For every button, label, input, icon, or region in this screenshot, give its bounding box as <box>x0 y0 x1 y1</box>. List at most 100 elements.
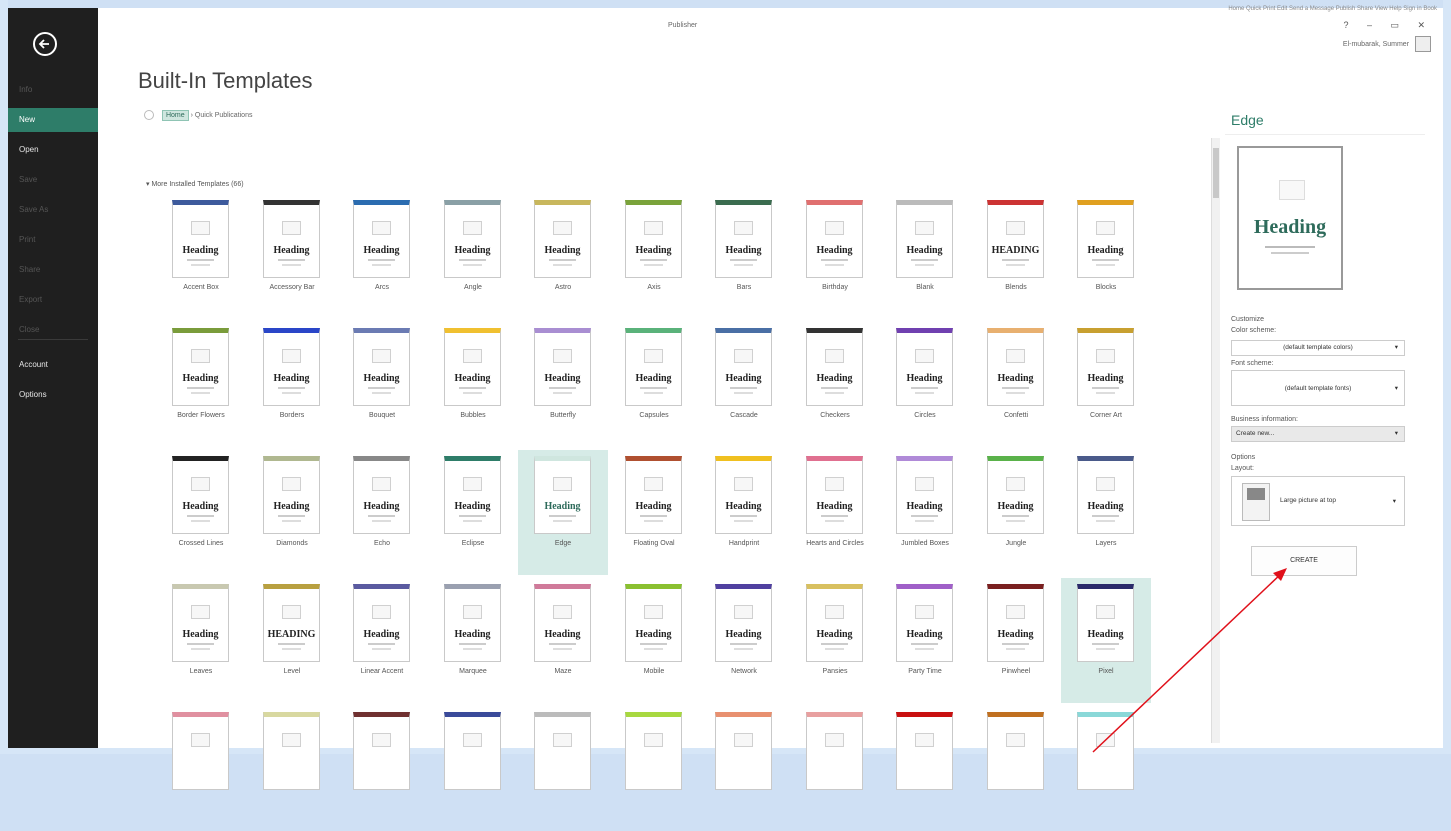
thumbnail-heading: Heading <box>1087 501 1124 512</box>
top-links[interactable]: Home Quick Print Edit Send a Message Pub… <box>1228 6 1437 12</box>
template-layers[interactable]: Heading Layers <box>1061 450 1151 575</box>
template-handprint[interactable]: Heading Handprint <box>699 450 789 575</box>
template-jumbled-boxes[interactable]: Heading Jumbled Boxes <box>880 450 970 575</box>
template-accessory-bar[interactable]: Heading Accessory Bar <box>247 194 337 319</box>
template-scrollbar[interactable] <box>1211 138 1220 743</box>
template-astro[interactable]: Heading Astro <box>518 194 608 319</box>
template-birthday[interactable]: Heading Birthday <box>790 194 880 319</box>
template-blocks[interactable]: Heading Blocks <box>1061 194 1151 319</box>
template-bars[interactable]: Heading Bars <box>699 194 789 319</box>
template-tile[interactable] <box>156 706 246 831</box>
template-edge[interactable]: Heading Edge <box>518 450 608 575</box>
template-circles[interactable]: Heading Circles <box>880 322 970 447</box>
picture-placeholder-icon <box>915 221 934 235</box>
picture-placeholder-icon <box>734 605 753 619</box>
template-tile[interactable] <box>699 706 789 831</box>
user-account[interactable]: El-mubarak, Summer <box>1343 36 1431 52</box>
thumbnail-text-line <box>644 520 663 522</box>
template-maze[interactable]: Heading Maze <box>518 578 608 703</box>
template-bubbles[interactable]: Heading Bubbles <box>428 322 518 447</box>
template-jungle[interactable]: Heading Jungle <box>971 450 1061 575</box>
template-network[interactable]: Heading Network <box>699 578 789 703</box>
template-label: Floating Oval <box>633 540 675 547</box>
scrollbar-thumb[interactable] <box>1213 148 1219 198</box>
color-scheme-select[interactable]: (default template colors) ▾ <box>1231 340 1405 356</box>
template-border-flowers[interactable]: Heading Border Flowers <box>156 322 246 447</box>
template-tile[interactable] <box>790 706 880 831</box>
template-echo[interactable]: Heading Echo <box>337 450 427 575</box>
thumbnail-text-line <box>640 643 667 645</box>
nav-item-open[interactable]: Open <box>8 138 98 162</box>
template-label: Echo <box>374 540 390 547</box>
picture-placeholder-icon <box>553 733 572 747</box>
picture-placeholder-icon <box>282 477 301 491</box>
template-mobile[interactable]: Heading Mobile <box>609 578 699 703</box>
template-capsules[interactable]: Heading Capsules <box>609 322 699 447</box>
template-blends[interactable]: HEADING Blends <box>971 194 1061 319</box>
template-blank[interactable]: Heading Blank <box>880 194 970 319</box>
picture-placeholder-icon <box>282 605 301 619</box>
template-level[interactable]: HEADING Level <box>247 578 337 703</box>
template-confetti[interactable]: Heading Confetti <box>971 322 1061 447</box>
template-borders[interactable]: Heading Borders <box>247 322 337 447</box>
thumbnail-text-line <box>825 392 844 394</box>
template-marquee[interactable]: Heading Marquee <box>428 578 518 703</box>
nav-item-account[interactable]: Account <box>8 353 98 377</box>
template-tile[interactable] <box>971 706 1061 831</box>
template-tile[interactable] <box>337 706 427 831</box>
avatar[interactable] <box>1415 36 1431 52</box>
chevron-down-icon: ▾ <box>1394 344 1398 351</box>
picture-placeholder-icon <box>1006 221 1025 235</box>
thumbnail-text-line <box>282 392 301 394</box>
template-thumbnail: Heading <box>625 584 682 662</box>
template-leaves[interactable]: Heading Leaves <box>156 578 246 703</box>
breadcrumb-home[interactable]: Home <box>161 109 189 121</box>
thumbnail-text-line <box>1002 515 1029 517</box>
template-bouquet[interactable]: Heading Bouquet <box>337 322 427 447</box>
nav-item-new[interactable]: New <box>8 108 98 132</box>
template-thumbnail <box>444 712 501 790</box>
layout-select[interactable]: Large picture at top ▾ <box>1231 476 1405 526</box>
template-tile[interactable] <box>428 706 518 831</box>
window-controls[interactable]: ? – ▭ ✕ <box>1343 20 1433 31</box>
template-thumbnail: Heading <box>172 200 229 278</box>
back-arrow-icon[interactable] <box>33 32 57 56</box>
template-axis[interactable]: Heading Axis <box>609 194 699 319</box>
section-label-installed-templates[interactable]: ▾ More Installed Templates (66) <box>146 180 244 188</box>
font-scheme-select[interactable]: (default template fonts) ▾ <box>1231 370 1405 406</box>
template-tile[interactable] <box>609 706 699 831</box>
picture-placeholder-icon <box>463 349 482 363</box>
template-crossed-lines[interactable]: Heading Crossed Lines <box>156 450 246 575</box>
template-corner-art[interactable]: Heading Corner Art <box>1061 322 1151 447</box>
business-info-select[interactable]: Create new... ▾ <box>1231 426 1405 442</box>
template-tile[interactable] <box>247 706 337 831</box>
template-pansies[interactable]: Heading Pansies <box>790 578 880 703</box>
template-hearts-and-circles[interactable]: Heading Hearts and Circles <box>790 450 880 575</box>
user-name[interactable]: El-mubarak, Summer <box>1343 41 1409 48</box>
template-pixel[interactable]: Heading Pixel <box>1061 578 1151 703</box>
preview-text-line <box>1271 252 1309 254</box>
thumbnail-text-line <box>372 264 391 266</box>
template-linear-accent[interactable]: Heading Linear Accent <box>337 578 427 703</box>
template-checkers[interactable]: Heading Checkers <box>790 322 880 447</box>
template-tile[interactable] <box>880 706 970 831</box>
template-eclipse[interactable]: Heading Eclipse <box>428 450 518 575</box>
create-button[interactable]: CREATE <box>1251 546 1357 576</box>
breadcrumb-back-icon[interactable] <box>144 110 154 120</box>
nav-item-options[interactable]: Options <box>8 383 98 407</box>
layout-large-picture-icon <box>1242 483 1270 521</box>
template-accent-box[interactable]: Heading Accent Box <box>156 194 246 319</box>
template-thumbnail: Heading <box>263 200 320 278</box>
template-party-time[interactable]: Heading Party Time <box>880 578 970 703</box>
template-cascade[interactable]: Heading Cascade <box>699 322 789 447</box>
template-butterfly[interactable]: Heading Butterfly <box>518 322 608 447</box>
template-arcs[interactable]: Heading Arcs <box>337 194 427 319</box>
template-pinwheel[interactable]: Heading Pinwheel <box>971 578 1061 703</box>
template-tile[interactable] <box>518 706 608 831</box>
template-tile[interactable] <box>1061 706 1151 831</box>
template-floating-oval[interactable]: Heading Floating Oval <box>609 450 699 575</box>
template-diamonds[interactable]: Heading Diamonds <box>247 450 337 575</box>
template-angle[interactable]: Heading Angle <box>428 194 518 319</box>
thumbnail-heading: Heading <box>816 629 853 640</box>
thumbnail-heading: Heading <box>816 245 853 256</box>
